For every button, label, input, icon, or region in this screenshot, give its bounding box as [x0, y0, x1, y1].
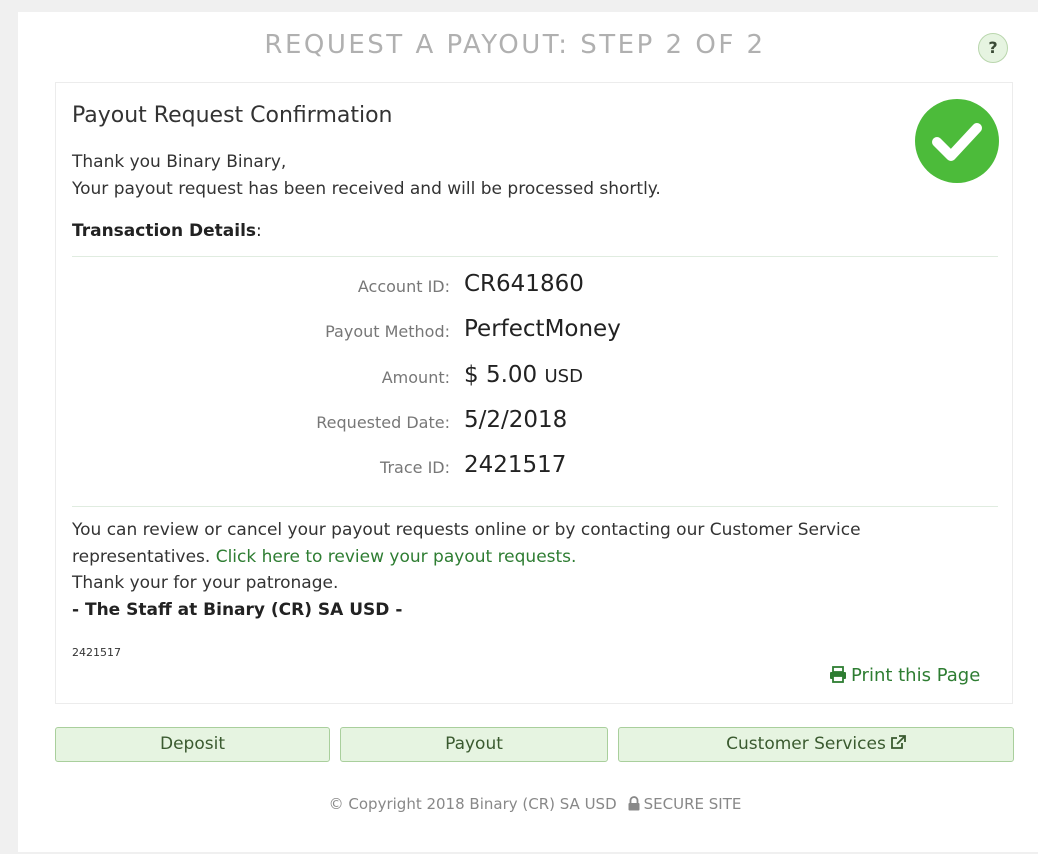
transaction-details-label: Transaction Details: [72, 221, 257, 241]
payout-button[interactable]: Payout: [340, 727, 608, 762]
external-link-icon: [890, 735, 906, 749]
check-circle-icon: [915, 99, 999, 183]
print-page-label: Print this Page: [851, 665, 981, 686]
detail-value: 2421517: [464, 452, 567, 478]
print-page-link[interactable]: Print this Page: [829, 665, 980, 686]
detail-value: 5/2/2018: [464, 407, 568, 433]
review-payouts-link[interactable]: Click here to review your payout request…: [216, 547, 577, 567]
detail-value: PerfectMoney: [464, 316, 621, 342]
detail-value-amount: $ 5.00 USD: [464, 362, 583, 388]
review-paragraph: You can review or cancel your payout req…: [72, 517, 992, 623]
transaction-details-heading: Transaction Details:: [72, 221, 262, 241]
confirmation-title: Payout Request Confirmation: [72, 103, 393, 128]
detail-label: Account ID:: [357, 277, 450, 296]
amount-value: $ 5.00: [464, 362, 538, 388]
detail-label: Payout Method:: [325, 322, 450, 341]
customer-services-label: Customer Services: [726, 734, 886, 754]
amount-currency: USD: [544, 366, 583, 387]
page-title: REQUEST A PAYOUT: STEP 2 OF 2: [264, 30, 766, 60]
detail-row-requested-date: Requested Date: 5/2/2018: [56, 407, 1014, 437]
print-icon: [830, 666, 846, 683]
thanks-text: Thank your for your patronage.: [72, 573, 339, 593]
greeting-text: Thank you Binary Binary, Your payout req…: [72, 149, 661, 203]
detail-row-amount: Amount: $ 5.00 USD: [56, 362, 1014, 392]
transaction-details-colon: :: [256, 221, 262, 241]
deposit-button[interactable]: Deposit: [55, 727, 330, 762]
detail-label: Amount:: [381, 368, 450, 387]
secure-site-label: SECURE SITE: [643, 795, 742, 813]
trace-id-small: 2421517: [72, 646, 121, 659]
detail-value: CR641860: [464, 271, 584, 297]
customer-services-button[interactable]: Customer Services: [618, 727, 1014, 762]
greeting-line-2: Your payout request has been received an…: [72, 179, 661, 199]
confirmation-card: Payout Request Confirmation Thank you Bi…: [55, 82, 1013, 704]
detail-row-trace-id: Trace ID: 2421517: [56, 452, 1014, 482]
lock-icon: [628, 796, 640, 811]
detail-label: Trace ID:: [380, 458, 450, 477]
greeting-line-1: Thank you Binary Binary,: [72, 152, 287, 172]
help-icon[interactable]: ?: [978, 33, 1008, 63]
footer: © Copyright 2018 Binary (CR) SA USD SECU…: [0, 795, 1038, 813]
staff-signoff: - The Staff at Binary (CR) SA USD -: [72, 599, 403, 620]
detail-label: Requested Date:: [316, 413, 450, 432]
divider-top: [72, 256, 998, 257]
divider-bottom: [72, 506, 998, 507]
detail-row-account-id: Account ID: CR641860: [56, 271, 1014, 301]
copyright-text: © Copyright 2018 Binary (CR) SA USD: [328, 795, 617, 813]
detail-row-payout-method: Payout Method: PerfectMoney: [56, 316, 1014, 346]
